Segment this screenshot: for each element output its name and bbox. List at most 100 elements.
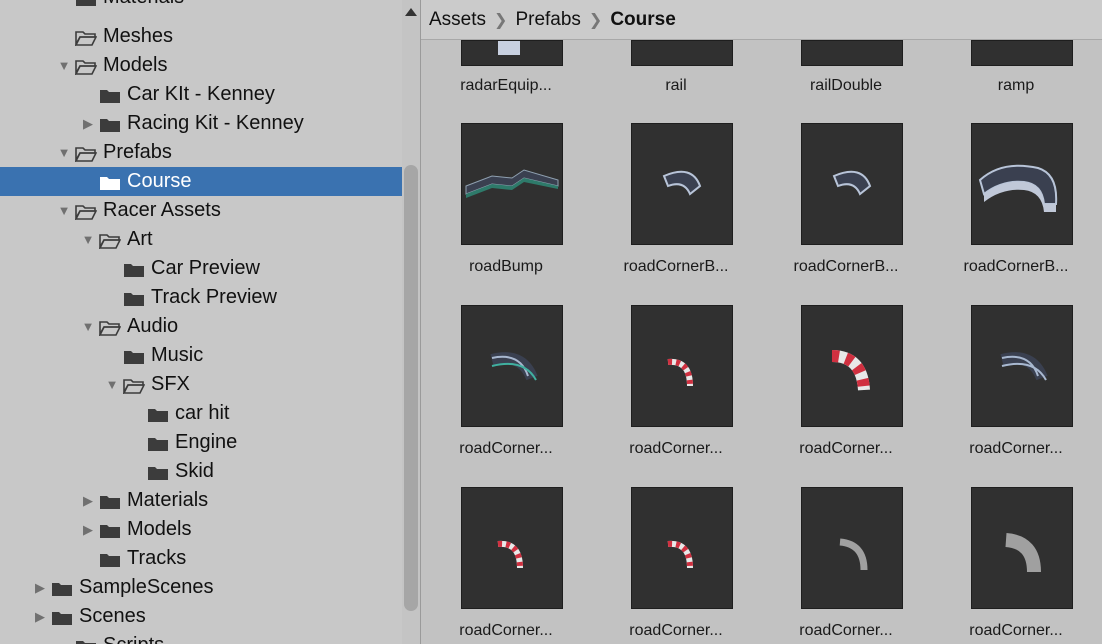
folder-icon [147,406,169,422]
expand-right-icon[interactable]: ▶ [33,609,47,624]
open-folder-icon [74,58,98,76]
tree-item-car-preview[interactable]: ▶Car Preview [0,254,420,283]
tree-item-art[interactable]: ▼ Art [0,225,420,254]
asset-thumbnail[interactable] [631,487,733,609]
expand-down-icon[interactable]: ▼ [57,145,71,160]
tree-item-skid[interactable]: ▶Skid [0,457,420,486]
expand-down-icon[interactable]: ▼ [57,203,71,218]
asset-grid-panel: Assets ❯ Prefabs ❯ Course radarEquip... r… [421,0,1102,644]
tree-item-label: Tracks [127,547,187,569]
tree-item-sfx[interactable]: ▼ SFX [0,370,420,399]
open-folder-icon [74,29,98,47]
expand-right-icon[interactable]: ▶ [33,580,47,595]
asset-thumbnail[interactable] [801,305,903,427]
asset-thumbnail[interactable] [461,305,563,427]
asset-label: roadCorner... [799,622,893,639]
folder-icon [123,348,145,364]
tree-item-tracks[interactable]: ▶Tracks [0,544,420,573]
folder-icon [147,464,169,480]
asset-label: roadCorner... [969,622,1063,639]
asset-tile[interactable]: roadCorner... [421,0,591,639]
tree-scrollbar[interactable] [402,0,420,644]
tree-item-label: Racer Assets [103,199,221,221]
scroll-up-arrow-icon[interactable] [405,8,417,16]
expand-down-icon[interactable]: ▼ [105,377,119,392]
folder-icon [75,0,97,6]
folder-icon [99,87,121,103]
tree-item-label: Materials [103,0,184,12]
folder-icon [123,261,145,277]
tree-item-label: Audio [127,315,179,337]
asset-tile[interactable]: roadCorner... [591,0,761,639]
scrollbar-thumb[interactable] [404,165,418,611]
tree-item-label: Course [127,170,192,192]
asset-label: roadCornerB... [963,258,1069,275]
tree-item-label: Car Preview [151,257,260,279]
tree-item-label: Music [151,344,204,366]
folder-icon [51,609,73,625]
tree-item-label: SFX [151,373,190,395]
asset-label: roadBump [469,258,543,275]
tree-item-racing-kit-kenney[interactable]: ▶ Racing Kit - Kenney [0,109,420,138]
tree-item-label: Models [103,54,168,76]
expand-down-icon[interactable]: ▼ [81,232,95,247]
asset-thumbnail[interactable] [971,487,1073,609]
expand-right-icon[interactable]: ▶ [81,116,95,131]
tree-item-samplescenes[interactable]: ▶ SampleScenes [0,573,420,602]
tree-item-models[interactable]: ▼ Models [0,51,420,80]
asset-thumbnail[interactable] [801,487,903,609]
project-folder-tree[interactable]: ▶Materials▶Meshes▼Models▶Car KIt - Kenne… [0,0,421,644]
tree-item-track-preview[interactable]: ▶Track Preview [0,283,420,312]
tree-item-prefabs[interactable]: ▼ Prefabs [0,138,420,167]
tree-item-materials[interactable]: ▶Materials [0,486,420,515]
asset-thumbnail[interactable] [971,305,1073,427]
tree-item-engine[interactable]: ▶Engine [0,428,420,457]
tree-item-label: Racing Kit - Kenney [127,112,304,134]
folder-icon [99,551,121,567]
asset-thumbnail[interactable] [461,487,563,609]
folder-icon [123,290,145,306]
tree-item-label: Car KIt - Kenney [127,83,275,105]
asset-label: roadCornerB... [793,258,899,275]
tree-item-label: Scenes [79,605,146,627]
tree-item-course[interactable]: ▶Course [0,167,420,196]
open-folder-icon [98,319,122,337]
tree-item-scripts[interactable]: ▶Scripts [0,631,420,644]
open-folder-icon [74,203,98,221]
tree-item-meshes[interactable]: ▶Meshes [0,22,420,51]
open-folder-icon [122,377,146,395]
asset-label: roadCorner... [459,440,553,457]
tree-item-scenes[interactable]: ▶ Scenes [0,602,420,631]
tree-item-label: Scripts [103,631,164,644]
tree-item-music[interactable]: ▶Music [0,341,420,370]
folder-icon [51,580,73,596]
expand-right-icon[interactable]: ▶ [81,522,95,537]
tree-item-label: Models [127,518,192,540]
asset-thumbnail[interactable] [631,305,733,427]
folder-icon [99,174,121,190]
folder-icon [99,493,121,509]
tree-item-materials[interactable]: ▶Materials [0,0,420,12]
tree-item-car-hit[interactable]: ▶car hit [0,399,420,428]
tree-item-label: Skid [175,460,214,482]
tree-item-label: Meshes [103,25,174,47]
open-folder-icon [98,232,122,250]
expand-down-icon[interactable]: ▼ [57,58,71,73]
tree-item-racer-assets[interactable]: ▼ Racer Assets [0,196,420,225]
tree-item-label: Art [127,228,153,250]
asset-tile[interactable]: roadCorner... [761,0,931,639]
expand-down-icon[interactable]: ▼ [81,319,95,334]
tree-item-label: car hit [175,402,230,424]
asset-label: roadCorner... [969,440,1063,457]
asset-tile[interactable]: roadCorner... [931,0,1101,639]
asset-label: roadCorner... [629,440,723,457]
tree-item-models[interactable]: ▶ Models [0,515,420,544]
asset-label: roadCorner... [459,622,553,639]
open-folder-icon [74,145,98,163]
tree-item-audio[interactable]: ▼ Audio [0,312,420,341]
asset-label: roadCorner... [799,440,893,457]
expand-right-icon[interactable]: ▶ [81,493,95,508]
folder-icon [99,116,121,132]
tree-item-car-kit-kenney[interactable]: ▶Car KIt - Kenney [0,80,420,109]
tree-item-label: Engine [175,431,238,453]
